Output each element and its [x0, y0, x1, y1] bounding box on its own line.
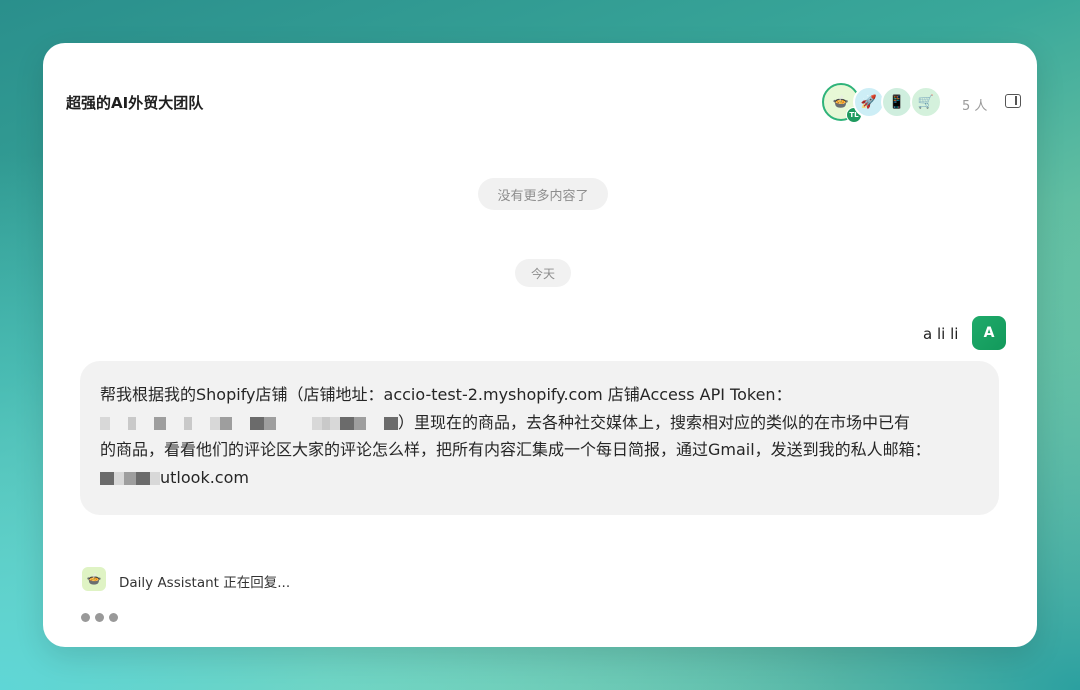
user-message-bubble: 帮我根据我的Shopify店铺（店铺地址：accio-test-2.myshop… [80, 361, 999, 515]
member-avatar-tablet[interactable]: 📱 [881, 86, 913, 118]
message-line-4: utlook.com [160, 467, 249, 487]
robot-bowl-icon: 🍲 [832, 94, 850, 110]
sidebar-toggle-icon[interactable] [1005, 94, 1021, 108]
tablet-icon: 📱 [888, 94, 906, 110]
bowl-robot-icon: 🍲 [82, 567, 106, 591]
chat-title: 超强的AI外贸大团队 [66, 94, 204, 112]
typing-dot [95, 613, 104, 622]
member-avatar-cart[interactable]: 🛒 [910, 86, 942, 118]
message-line-2: ）里现在的商品，去各种社交媒体上，搜索相对应的类似的在市场中已有 [398, 412, 911, 432]
assistant-status: Daily Assistant 正在回复... [119, 575, 291, 591]
message-line-1: 帮我根据我的Shopify店铺（店铺地址：accio-test-2.myshop… [100, 385, 792, 404]
date-divider-today: 今天 [515, 259, 571, 287]
avatar[interactable]: A [972, 316, 1006, 350]
typing-dot [81, 613, 90, 622]
typing-dot [109, 613, 118, 622]
chat-window: 超强的AI外贸大团队 🍲 TL 🚀 📱 🛒 5 人 没有更多内容了 今天 a l… [43, 43, 1037, 647]
no-more-content-label: 没有更多内容了 [478, 178, 608, 210]
message-line-3: 的商品，看看他们的评论区大家的评论怎么样，把所有内容汇集成一个每日简报，通过Gm… [100, 440, 931, 459]
redacted-token [100, 413, 398, 432]
typing-indicator [81, 607, 123, 626]
chat-header: 超强的AI外贸大团队 🍲 TL 🚀 📱 🛒 5 人 [43, 81, 1037, 123]
cart-icon: 🛒 [917, 94, 935, 110]
user-name: a li li [923, 325, 959, 343]
member-count[interactable]: 5 人 [962, 95, 987, 114]
redacted-email [100, 468, 160, 487]
rocket-icon: 🚀 [860, 94, 878, 110]
